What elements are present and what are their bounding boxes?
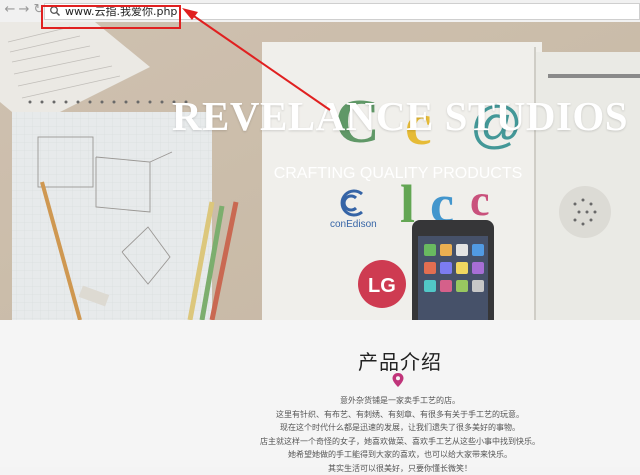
url-highlight-box [41,5,181,29]
location-pin-icon [392,373,404,387]
product-intro-section: 产品介绍 意外杂货铺是一家卖手工艺的店。 这里有针织、有布艺、有刺绣、有刻章、有… [0,320,640,467]
hero-subtitle: CRAFTING QUALITY PRODUCTS [238,165,558,183]
product-description: 意外杂货铺是一家卖手工艺的店。 这里有针织、有布艺、有刺绣、有刻章、有很多有关于… [0,394,640,475]
description-line: 店主就这样一个奇怪的女子，她喜欢做菜、喜欢手工艺从这些小事中找到快乐。 [0,435,640,449]
hero-banner: C c @ l c c conEdison LG [0,22,640,320]
description-line: 其实生活可以很美好，只要你懂长微笑！ [0,462,640,475]
description-line: 意外杂货铺是一家卖手工艺的店。 [0,394,640,408]
description-line: 这里有针织、有布艺、有刺绣、有刻章、有很多有关于手工艺的玩意。 [0,408,640,422]
forward-arrow-icon[interactable]: → [16,2,32,18]
product-heading: 产品介绍 [0,346,640,375]
description-line: 现在这个时代什么都是迅速的发展，让我们遗失了很多美好的事物。 [0,421,640,435]
hero-title: REVELANCE STUDIOS [160,92,640,140]
description-line: 她希望她做的手工能得到大家的喜欢，也可以给大家带来快乐。 [0,448,640,462]
